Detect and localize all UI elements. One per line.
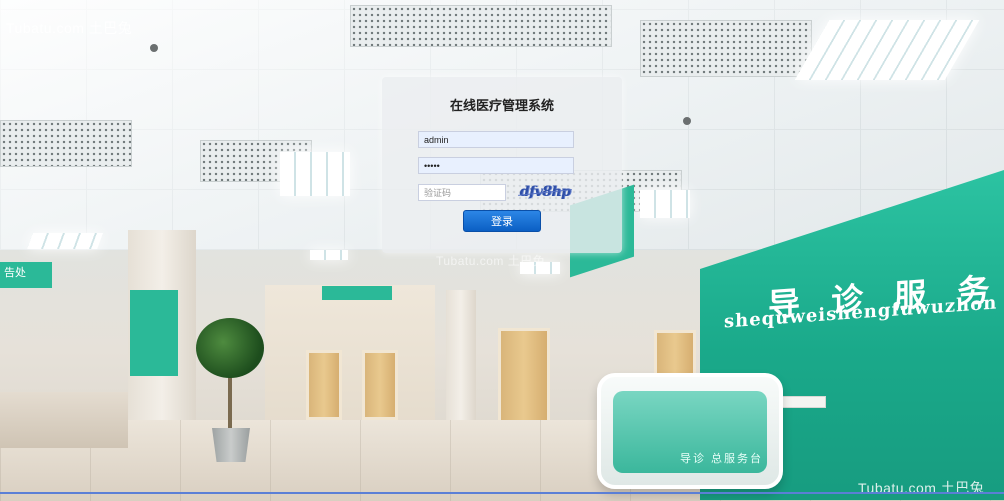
plant-trunk bbox=[228, 370, 232, 430]
back-wall bbox=[265, 285, 435, 425]
captcha-input[interactable] bbox=[418, 184, 506, 201]
left-sign-label: 告处 bbox=[4, 267, 26, 279]
watermark-bottom-right: Tubatu.com 土巴兔 bbox=[858, 480, 985, 496]
watermark-top-left: Tubatu.com 土巴兔 bbox=[6, 20, 133, 36]
ceiling-lamp bbox=[683, 117, 691, 125]
ceiling-lamp bbox=[150, 44, 158, 52]
corridor-sign bbox=[322, 286, 392, 300]
door bbox=[362, 350, 398, 420]
watermark-center: Tubatu.com 土巴兔 bbox=[436, 254, 546, 268]
reception-desk-label: 导诊 总服务台 bbox=[680, 453, 764, 465]
ceiling-light bbox=[27, 233, 103, 249]
ceiling-light bbox=[280, 152, 350, 196]
left-sign: 告处 bbox=[0, 262, 52, 288]
username-input[interactable] bbox=[418, 131, 574, 148]
ceiling-light bbox=[640, 190, 690, 218]
login-title: 在线医疗管理系统 bbox=[449, 98, 554, 113]
potted-plant bbox=[196, 318, 264, 378]
bottom-edge-line bbox=[0, 492, 1004, 494]
login-card: 在线医疗管理系统 dfv8hp 登录 bbox=[382, 77, 622, 253]
ceiling-light bbox=[310, 250, 348, 260]
door bbox=[306, 350, 342, 420]
ceiling-vent bbox=[0, 120, 132, 167]
login-button[interactable]: 登录 bbox=[463, 210, 541, 232]
info-board bbox=[130, 290, 178, 376]
ceiling-vent bbox=[640, 20, 812, 77]
password-input[interactable] bbox=[418, 157, 574, 174]
left-counter bbox=[0, 392, 128, 448]
plant-pot bbox=[212, 428, 250, 462]
captcha-image[interactable]: dfv8hp bbox=[516, 181, 574, 203]
ceiling-vent bbox=[350, 5, 612, 47]
pillar bbox=[446, 290, 476, 430]
reception-desk bbox=[597, 373, 783, 489]
